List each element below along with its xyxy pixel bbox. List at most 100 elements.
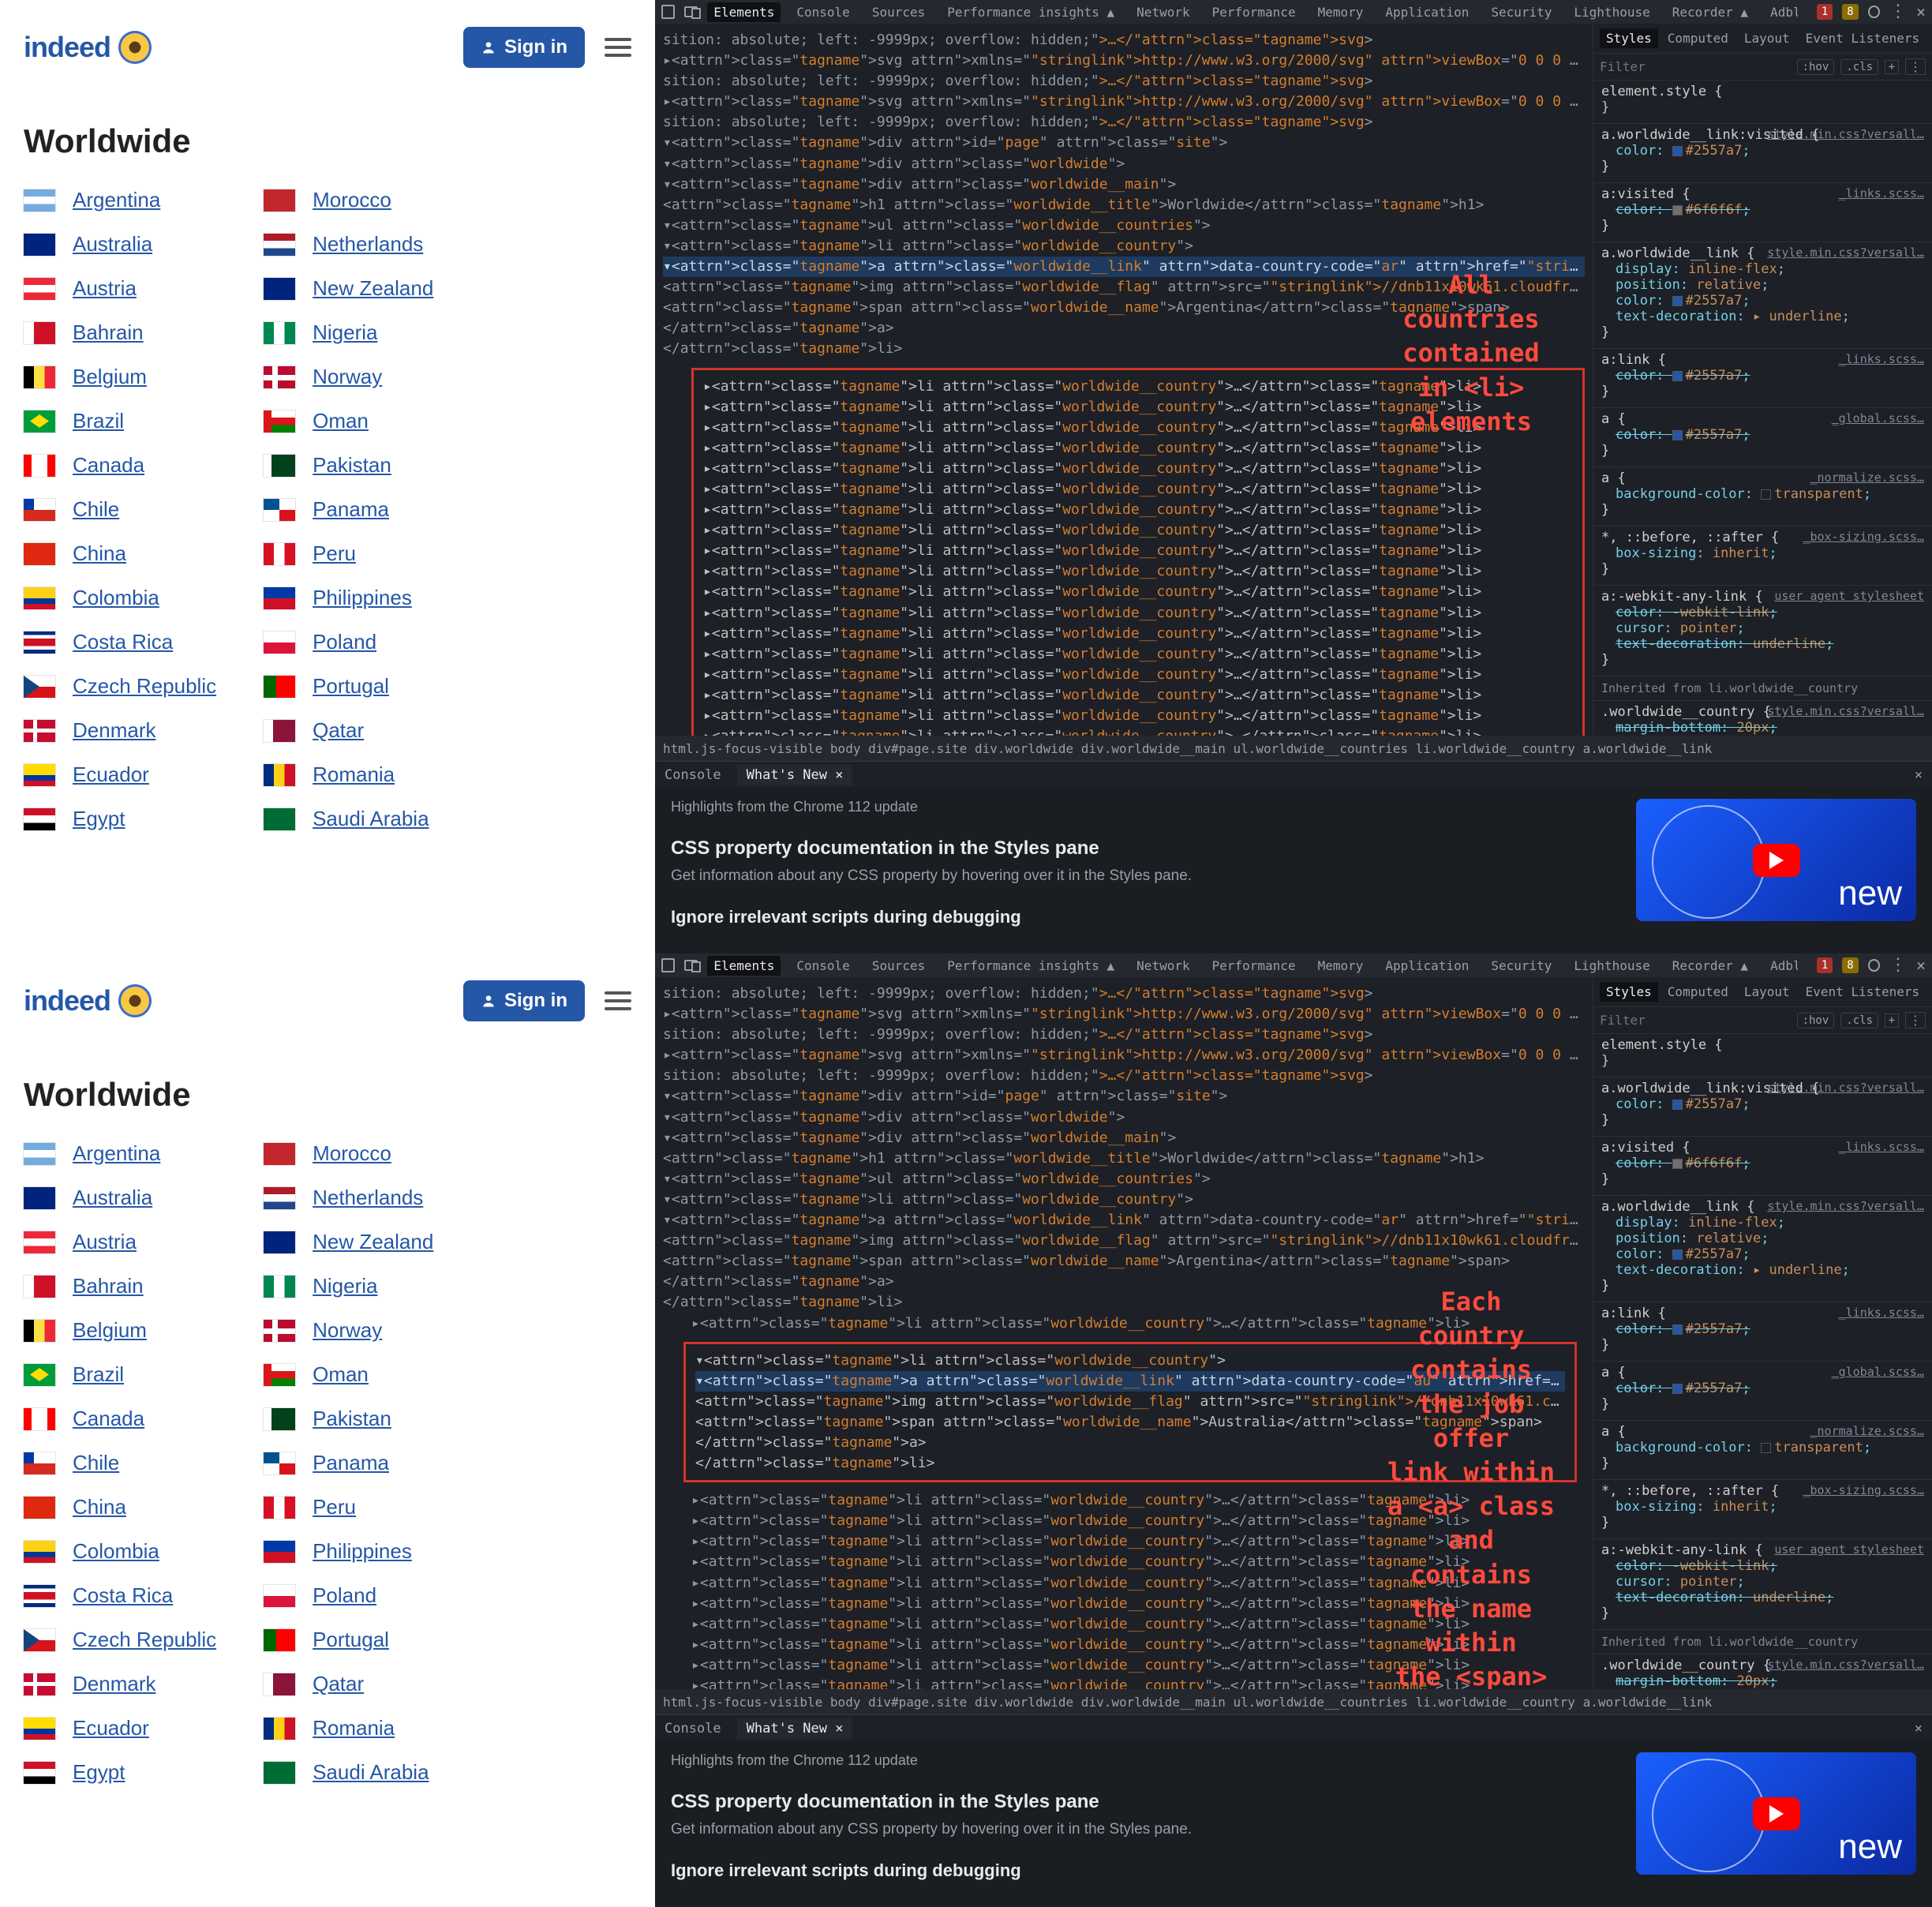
country-item[interactable]: Australia <box>24 1186 216 1210</box>
country-item[interactable]: Colombia <box>24 1539 216 1564</box>
country-link[interactable]: Belgium <box>73 365 147 389</box>
country-link[interactable]: Morocco <box>313 188 391 212</box>
country-link[interactable]: Portugal <box>313 674 389 699</box>
country-link[interactable]: Saudi Arabia <box>313 807 429 831</box>
country-item[interactable]: Brazil <box>24 409 216 433</box>
country-item[interactable]: Argentina <box>24 1141 216 1166</box>
styles-tab[interactable]: Styles <box>1600 982 1658 1002</box>
country-item[interactable]: Netherlands <box>264 1186 433 1210</box>
country-link[interactable]: Netherlands <box>313 232 423 257</box>
gear-icon[interactable] <box>1868 6 1880 18</box>
country-item[interactable]: Australia <box>24 232 216 257</box>
add-rule-icon[interactable]: + <box>1885 60 1899 74</box>
styles-tab[interactable]: Computed <box>1661 28 1735 48</box>
devtools-tab[interactable]: Elements <box>707 2 781 22</box>
country-link[interactable]: Brazil <box>73 1362 124 1387</box>
country-item[interactable]: Denmark <box>24 718 216 743</box>
inspect-icon[interactable] <box>661 958 675 972</box>
country-link[interactable]: Canada <box>73 1407 144 1431</box>
devtools-tab[interactable]: Network <box>1130 956 1196 976</box>
country-link[interactable]: Portugal <box>313 1628 389 1652</box>
country-item[interactable]: Canada <box>24 453 216 478</box>
country-item[interactable]: Oman <box>264 1362 433 1387</box>
country-item[interactable]: Saudi Arabia <box>264 807 433 831</box>
devtools-tab[interactable]: Application <box>1379 2 1475 22</box>
country-link[interactable]: Nigeria <box>313 320 377 345</box>
country-item[interactable]: Canada <box>24 1407 216 1431</box>
country-link[interactable]: New Zealand <box>313 1230 433 1254</box>
hov-chip[interactable]: :hov <box>1797 1013 1835 1028</box>
country-link[interactable]: China <box>73 541 126 566</box>
country-link[interactable]: Chile <box>73 1451 119 1475</box>
devtools-tab[interactable]: Performance insights ▲ <box>941 2 1121 22</box>
country-link[interactable]: Canada <box>73 453 144 478</box>
devtools-tab[interactable]: Console <box>790 956 856 976</box>
devtools-tab[interactable]: Elements <box>707 956 781 976</box>
country-item[interactable]: China <box>24 541 216 566</box>
country-item[interactable]: Chile <box>24 497 216 522</box>
country-link[interactable]: Oman <box>313 409 369 433</box>
elements-pane-1[interactable]: sition: absolute; left: -9999px; overflo… <box>655 24 1593 736</box>
drawer-close-icon[interactable]: × <box>1915 1721 1923 1737</box>
styles-filter-input[interactable] <box>1600 59 1791 74</box>
devtools-tab[interactable]: Recorder ▲ <box>1666 2 1754 22</box>
devtools-tab[interactable]: Performance insights ▲ <box>941 956 1121 976</box>
styles-rules-2[interactable]: element.style {}style.min.css?versall…a.… <box>1593 1034 1932 1689</box>
country-link[interactable]: Bahrain <box>73 320 144 345</box>
country-link[interactable]: Austria <box>73 276 137 301</box>
country-item[interactable]: Norway <box>264 365 433 389</box>
country-item[interactable]: Denmark <box>24 1672 216 1696</box>
country-link[interactable]: Chile <box>73 497 119 522</box>
devtools-tab[interactable]: Sources <box>866 956 931 976</box>
country-link[interactable]: Poland <box>313 1583 376 1608</box>
devtools-tab[interactable]: Memory <box>1312 956 1370 976</box>
country-item[interactable]: Panama <box>264 1451 433 1475</box>
devtools-tab[interactable]: Security <box>1485 2 1558 22</box>
breadcrumb-1[interactable]: html.js-focus-visible body div#page.site… <box>655 736 1932 761</box>
cls-chip[interactable]: .cls <box>1840 1013 1878 1028</box>
country-item[interactable]: Brazil <box>24 1362 216 1387</box>
country-item[interactable]: Panama <box>264 497 433 522</box>
country-item[interactable]: Czech Republic <box>24 1628 216 1652</box>
more-icon[interactable]: ⋮ <box>1889 8 1907 16</box>
country-item[interactable]: Nigeria <box>264 1274 433 1298</box>
more-styles-icon[interactable]: ⋮ <box>1905 1012 1926 1028</box>
country-item[interactable]: Romania <box>264 1716 433 1740</box>
logo-2[interactable]: indeed <box>24 984 152 1017</box>
country-link[interactable]: Austria <box>73 1230 137 1254</box>
styles-tab[interactable]: Event Listeners <box>1799 982 1926 1002</box>
country-link[interactable]: Denmark <box>73 718 155 743</box>
country-item[interactable]: New Zealand <box>264 276 433 301</box>
country-link[interactable]: Pakistan <box>313 453 391 478</box>
country-link[interactable]: New Zealand <box>313 276 433 301</box>
styles-tab[interactable]: Layout <box>1738 982 1796 1002</box>
country-link[interactable]: Ecuador <box>73 1716 149 1740</box>
devtools-close-icon[interactable]: × <box>1916 2 1926 21</box>
styles-tab[interactable]: Styles <box>1600 28 1658 48</box>
country-item[interactable]: Peru <box>264 541 433 566</box>
devtools-tab[interactable]: Console <box>790 2 856 22</box>
country-link[interactable]: Colombia <box>73 1539 159 1564</box>
country-link[interactable]: Ecuador <box>73 762 149 787</box>
device-toggle-icon[interactable] <box>684 960 698 971</box>
country-item[interactable]: Norway <box>264 1318 433 1343</box>
country-item[interactable]: Egypt <box>24 1760 216 1785</box>
country-item[interactable]: Morocco <box>264 1141 433 1166</box>
country-link[interactable]: Pakistan <box>313 1407 391 1431</box>
country-link[interactable]: Romania <box>313 762 395 787</box>
country-link[interactable]: Saudi Arabia <box>313 1760 429 1785</box>
devtools-tab[interactable]: Performance <box>1206 956 1302 976</box>
devtools-tab[interactable]: Security <box>1485 956 1558 976</box>
country-link[interactable]: Czech Republic <box>73 674 216 699</box>
error-chip[interactable]: 1 <box>1817 4 1833 20</box>
country-link[interactable]: China <box>73 1495 126 1519</box>
country-item[interactable]: Costa Rica <box>24 1583 216 1608</box>
devtools-tab[interactable]: Network <box>1130 2 1196 22</box>
country-item[interactable]: New Zealand <box>264 1230 433 1254</box>
signin-button-2[interactable]: Sign in <box>463 980 585 1021</box>
country-item[interactable]: Netherlands <box>264 232 433 257</box>
country-item[interactable]: Austria <box>24 1230 216 1254</box>
signin-button[interactable]: Sign in <box>463 27 585 68</box>
country-link[interactable]: Romania <box>313 1716 395 1740</box>
styles-tab[interactable]: Computed <box>1661 982 1735 1002</box>
